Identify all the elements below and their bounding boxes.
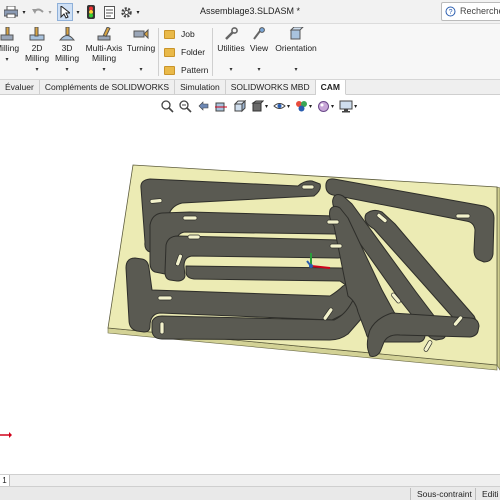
hide-show-items-icon[interactable] [273, 100, 286, 113]
job-folder-icon [164, 29, 175, 39]
tab-simulation[interactable]: Simulation [175, 80, 226, 95]
multi-axis-milling-icon [95, 26, 113, 42]
view-icon [250, 26, 268, 42]
chevron-down-icon[interactable]: ▾ [287, 103, 290, 110]
chevron-down-icon: ▾ [139, 67, 143, 73]
chevron-down-icon[interactable]: ▾ [331, 103, 334, 110]
search-placeholder: Recherche [460, 6, 500, 16]
title-bar: ▾ ▾ ▾ ▾ Assemblage3.SLDASM * ? Recherche [0, 0, 500, 24]
chevron-down-icon: ▾ [257, 67, 261, 73]
milling-button[interactable]: Milling ▾ [0, 26, 20, 65]
multi-axis-label-2: Milling [91, 53, 117, 63]
tab-complements-solidworks[interactable]: Compléments de SOLIDWORKS [40, 80, 176, 95]
help-search-icon: ? [445, 6, 456, 17]
slot [187, 234, 201, 240]
job-label: Job [181, 29, 195, 39]
pattern-label: Pattern [181, 65, 209, 75]
view-button[interactable]: View ▾ [248, 26, 270, 75]
tab-cam[interactable]: CAM [315, 80, 346, 95]
turning-icon [132, 26, 150, 42]
slot [329, 243, 343, 249]
zoom-to-fit-icon[interactable] [161, 99, 174, 113]
chevron-down-icon: ▾ [102, 67, 106, 73]
utilities-label: Utilities [217, 43, 245, 53]
chevron-down-icon: ▾ [65, 67, 69, 73]
apply-scene-icon[interactable] [317, 100, 330, 113]
multi-axis-milling-button[interactable]: Multi-Axis Milling ▾ [84, 26, 124, 75]
tab-solidworks-mbd[interactable]: SOLIDWORKS MBD [226, 80, 316, 95]
chevron-down-icon[interactable]: ▾ [265, 103, 268, 110]
turning-label: Turning [126, 43, 156, 53]
wrench-icon [222, 26, 240, 42]
milling-label: Milling [0, 43, 20, 53]
section-view-icon[interactable] [215, 100, 228, 113]
command-manager-ribbon: Milling ▾ 2D Milling ▾ 3D Milling ▾ Mult… [0, 24, 500, 80]
origin-marker [0, 430, 12, 442]
slot [149, 198, 163, 204]
tab-evaluer[interactable]: Évaluer [0, 80, 40, 95]
view-label: View [249, 43, 269, 53]
heads-up-toolbar: ▾ ▾ ▾ ▾ ▾ [161, 99, 357, 113]
2d-milling-icon [28, 26, 46, 42]
constraint-status: Sous-contraint [417, 489, 472, 499]
status-divider [475, 488, 476, 500]
job-button[interactable]: Job [164, 27, 195, 41]
slot [159, 321, 165, 335]
slot [326, 219, 340, 225]
pattern-button[interactable]: Pattern [164, 63, 208, 77]
graphics-viewport[interactable]: ▾ ▾ ▾ ▾ ▾ [0, 95, 500, 475]
zoom-area-icon[interactable] [179, 99, 192, 113]
svg-text:?: ? [449, 9, 453, 16]
pattern-folder-icon [164, 65, 175, 75]
orientation-label: Orientation [275, 43, 317, 53]
chevron-down-icon: ▾ [5, 57, 9, 63]
folder-button[interactable]: Folder [164, 45, 205, 59]
orientation-icon [287, 26, 305, 42]
previous-view-icon[interactable] [197, 100, 210, 113]
chevron-down-icon: ▾ [35, 67, 39, 73]
sheet-tabs-bar: 1 [0, 474, 500, 486]
slot [301, 184, 315, 190]
edit-appearance-icon[interactable] [295, 100, 308, 113]
3d-milling-label-1: 3D [61, 43, 73, 53]
chevron-down-icon: ▾ [229, 67, 233, 73]
2d-milling-button[interactable]: 2D Milling ▾ [22, 26, 52, 75]
search-input[interactable]: ? Recherche [441, 2, 500, 21]
3d-milling-button[interactable]: 3D Milling ▾ [52, 26, 82, 75]
utilities-button[interactable]: Utilities ▾ [215, 26, 247, 75]
slot [455, 213, 471, 219]
milling-icon [0, 26, 16, 42]
folder-label: Folder [181, 47, 206, 57]
assembly-model[interactable] [0, 95, 500, 475]
window-title: Assemblage3.SLDASM * [199, 6, 301, 16]
3d-milling-label-2: Milling [54, 53, 80, 63]
display-style-icon[interactable] [251, 100, 264, 113]
status-divider [410, 488, 411, 500]
3d-milling-icon [58, 26, 76, 42]
status-bar: Sous-contraint Editi [0, 486, 500, 500]
ribbon-separator [212, 28, 213, 76]
ribbon-separator [158, 28, 159, 76]
edit-mode-status: Editi [482, 489, 499, 499]
view-settings-icon[interactable] [339, 100, 353, 113]
view-orientation-icon[interactable] [233, 99, 246, 113]
chevron-down-icon[interactable]: ▾ [354, 103, 357, 110]
multi-axis-label-1: Multi-Axis [85, 43, 123, 53]
sheet-tab[interactable]: 1 [0, 475, 10, 486]
2d-milling-label-1: 2D [31, 43, 43, 53]
folder-icon [164, 47, 175, 57]
chevron-down-icon: ▾ [294, 67, 298, 73]
command-manager-tabs: Évaluer Compléments de SOLIDWORKS Simula… [0, 80, 500, 95]
turning-button[interactable]: Turning ▾ [126, 26, 156, 75]
orientation-button[interactable]: Orientation ▾ [273, 26, 319, 75]
slot [157, 295, 173, 301]
2d-milling-label-2: Milling [24, 53, 50, 63]
slot [182, 215, 198, 221]
chevron-down-icon[interactable]: ▾ [309, 103, 312, 110]
